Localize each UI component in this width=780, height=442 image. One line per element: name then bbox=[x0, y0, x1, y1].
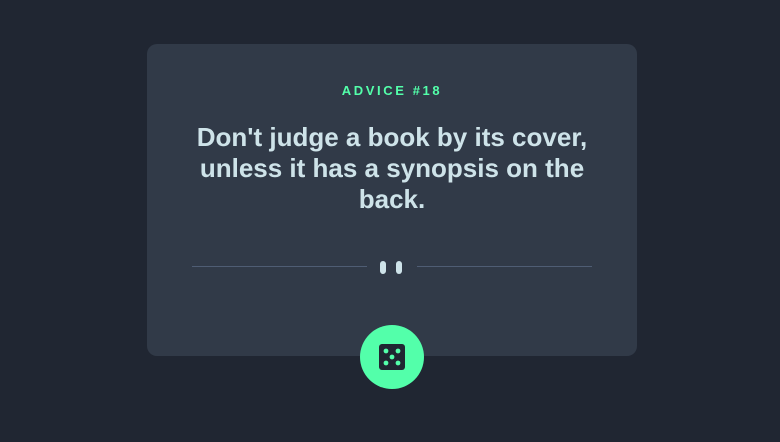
pause-icon bbox=[380, 260, 404, 274]
advice-quote: Don't judge a book by its cover, unless … bbox=[196, 122, 588, 214]
advice-number: ADVICE #18 bbox=[341, 83, 443, 98]
pause-bar-right bbox=[396, 261, 402, 274]
divider-line-left bbox=[192, 266, 367, 267]
pause-bar-left bbox=[380, 261, 386, 274]
divider-line-right bbox=[417, 266, 592, 267]
new-advice-button[interactable] bbox=[360, 325, 424, 389]
pattern-divider bbox=[192, 260, 592, 274]
advice-card: ADVICE #18 Don't judge a book by its cov… bbox=[147, 44, 637, 356]
dice-icon bbox=[379, 344, 405, 370]
